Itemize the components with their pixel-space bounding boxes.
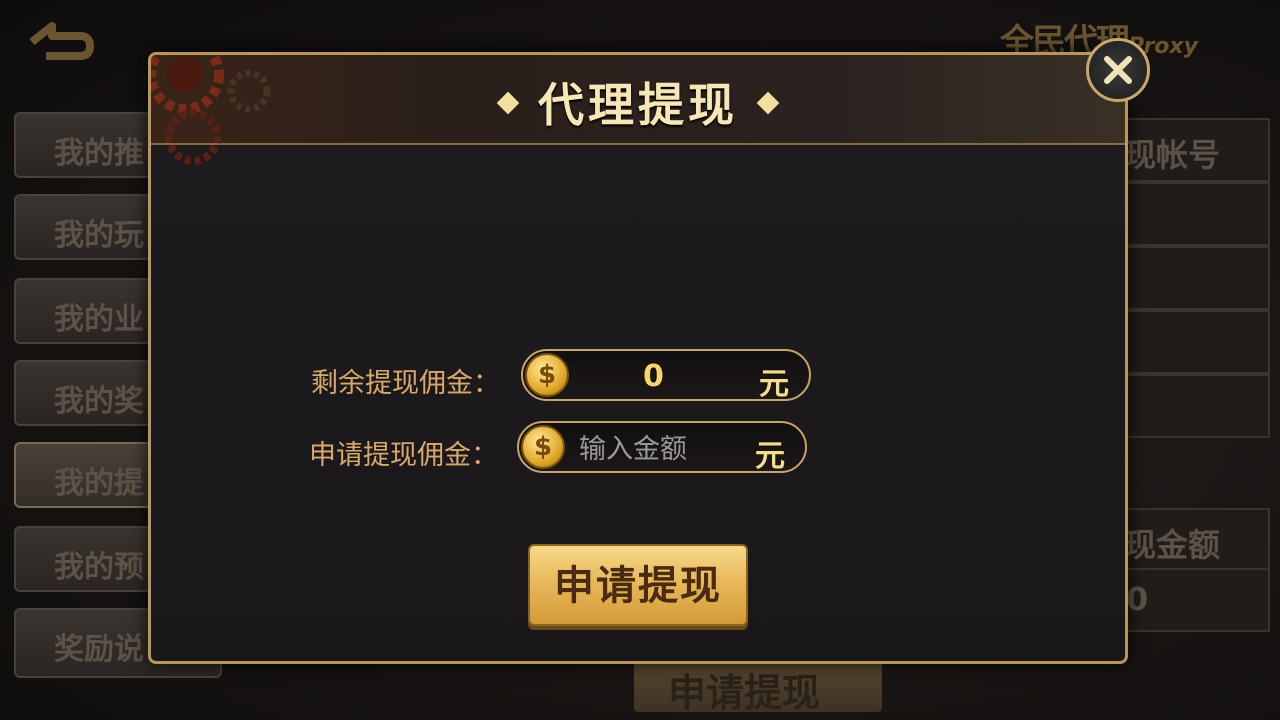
remaining-display: $ 0 元 xyxy=(521,349,811,402)
coin-icon: $ xyxy=(521,425,565,469)
sidebar-item-label: 我的推 xyxy=(54,136,144,171)
request-unit: 元 xyxy=(755,439,785,474)
sidebar-item-label: 我的奖 xyxy=(54,384,144,419)
apply-withdraw-button[interactable]: 申请提现 xyxy=(528,544,748,626)
amount-cell: 0 xyxy=(1118,568,1270,632)
back-icon[interactable] xyxy=(26,14,98,62)
amount-header-label: 现金额 xyxy=(1124,526,1221,564)
sidebar-item-label: 我的业 xyxy=(54,302,144,337)
sidebar-item-label: 我的玩 xyxy=(54,218,144,253)
background-apply-label: 申请提现 xyxy=(668,671,821,715)
close-icon xyxy=(1104,56,1132,84)
table-cell xyxy=(1118,246,1270,310)
dialog-header: 代理提现 xyxy=(151,55,1125,165)
amount-header: 现金额 xyxy=(1118,508,1270,572)
table-cell xyxy=(1118,310,1270,374)
table-cell xyxy=(1118,374,1270,438)
dialog-title-text: 代理提现 xyxy=(538,78,738,132)
remaining-unit: 元 xyxy=(759,367,789,402)
amount-value: 0 xyxy=(1126,580,1149,618)
sidebar-item-label: 奖励说 xyxy=(54,632,144,667)
background-apply-button: 申请提现 xyxy=(634,656,882,715)
account-header-label: 现帐号 xyxy=(1124,136,1221,174)
request-field[interactable]: $ 元 xyxy=(517,421,807,474)
sidebar-item-label: 我的提 xyxy=(54,466,144,501)
dialog-title: 代理提现 xyxy=(151,69,1125,135)
sidebar-item-label: 我的预 xyxy=(54,550,144,585)
coin-icon: $ xyxy=(525,353,569,397)
diamond-icon xyxy=(756,91,780,114)
remaining-label: 剩余提现佣金： xyxy=(311,368,500,399)
close-button[interactable] xyxy=(1086,38,1150,102)
request-label: 申请提现佣金： xyxy=(309,440,498,471)
table-cell xyxy=(1118,182,1270,246)
diamond-icon xyxy=(496,91,520,114)
account-header: 现帐号 xyxy=(1118,118,1270,182)
remaining-value: 0 xyxy=(643,359,664,394)
amount-input[interactable] xyxy=(577,429,721,469)
